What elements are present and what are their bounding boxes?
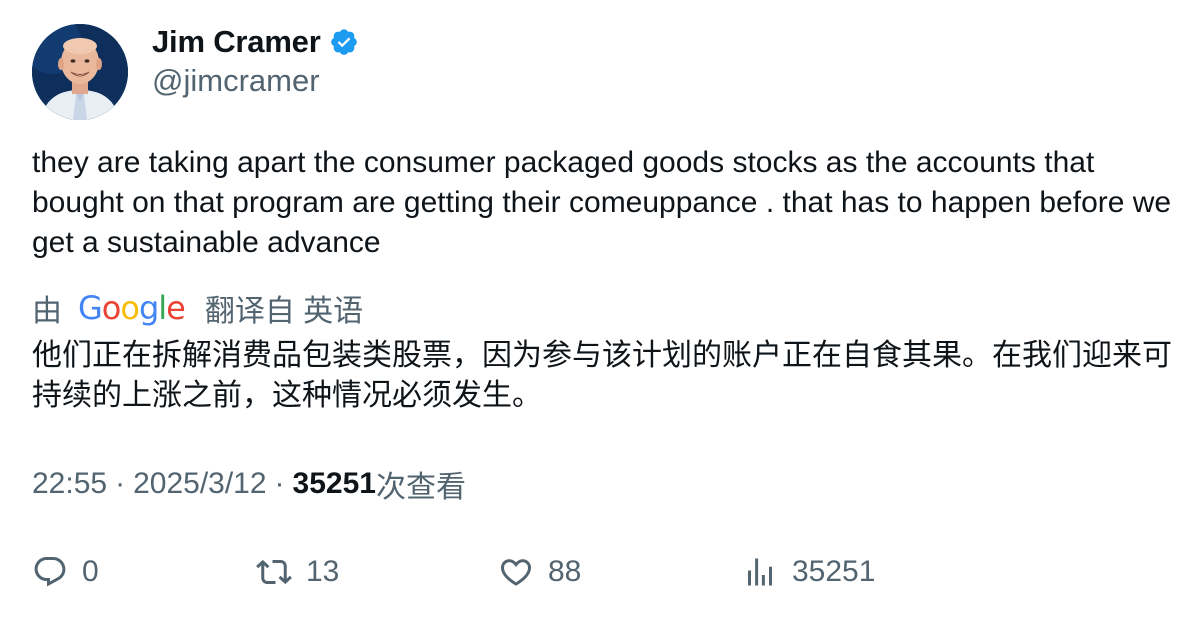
translated-tweet-text: 他们正在拆解消费品包装类股票，因为参与该计划的账户正在自食其果。在我们迎来可持续… (32, 338, 1172, 413)
meta-separator: · (274, 467, 285, 500)
meta-separator: · (115, 467, 126, 500)
tweet-card: Jim Cramer @jimcramer they are taking ap… (0, 0, 1196, 618)
retweet-count: 13 (306, 555, 340, 588)
tweet-actions-bar: 0 13 88 35251 (32, 550, 1172, 594)
tweet-date[interactable]: 2025/3/12 (133, 467, 266, 501)
avatar-image (32, 24, 128, 120)
retweet-button[interactable]: 13 (256, 550, 339, 594)
translation-from-label: 翻译自 英语 (204, 295, 364, 328)
retweet-icon (256, 554, 292, 590)
author-name-row: Jim Cramer (152, 22, 359, 62)
tweet-text: they are taking apart the consumer packa… (32, 146, 1172, 259)
author-display-name[interactable]: Jim Cramer (152, 24, 321, 60)
heart-icon (498, 554, 534, 590)
views-button[interactable]: 35251 (742, 550, 875, 594)
reply-count: 0 (82, 555, 99, 588)
tweet-time[interactable]: 22:55 (32, 467, 107, 501)
views-count: 35251 (792, 555, 876, 588)
verified-badge-icon (329, 27, 359, 57)
author-handle[interactable]: @jimcramer (152, 63, 320, 99)
reply-icon (32, 554, 68, 590)
like-button[interactable]: 88 (498, 550, 581, 594)
translation-attribution: 由 Google 翻译自 英语 (32, 288, 363, 328)
tweet-views-count: 35251 (292, 467, 376, 500)
tweet-views-label: 次查看 (375, 471, 466, 504)
avatar[interactable] (32, 24, 128, 120)
analytics-icon (742, 554, 778, 590)
reply-button[interactable]: 0 (32, 550, 99, 594)
like-count: 88 (548, 555, 582, 588)
google-logo: Google (78, 289, 186, 327)
tweet-meta: 22:55 · 2025/3/12 · 35251 次查看 (32, 464, 466, 504)
translation-by-label: 由 (32, 295, 62, 328)
